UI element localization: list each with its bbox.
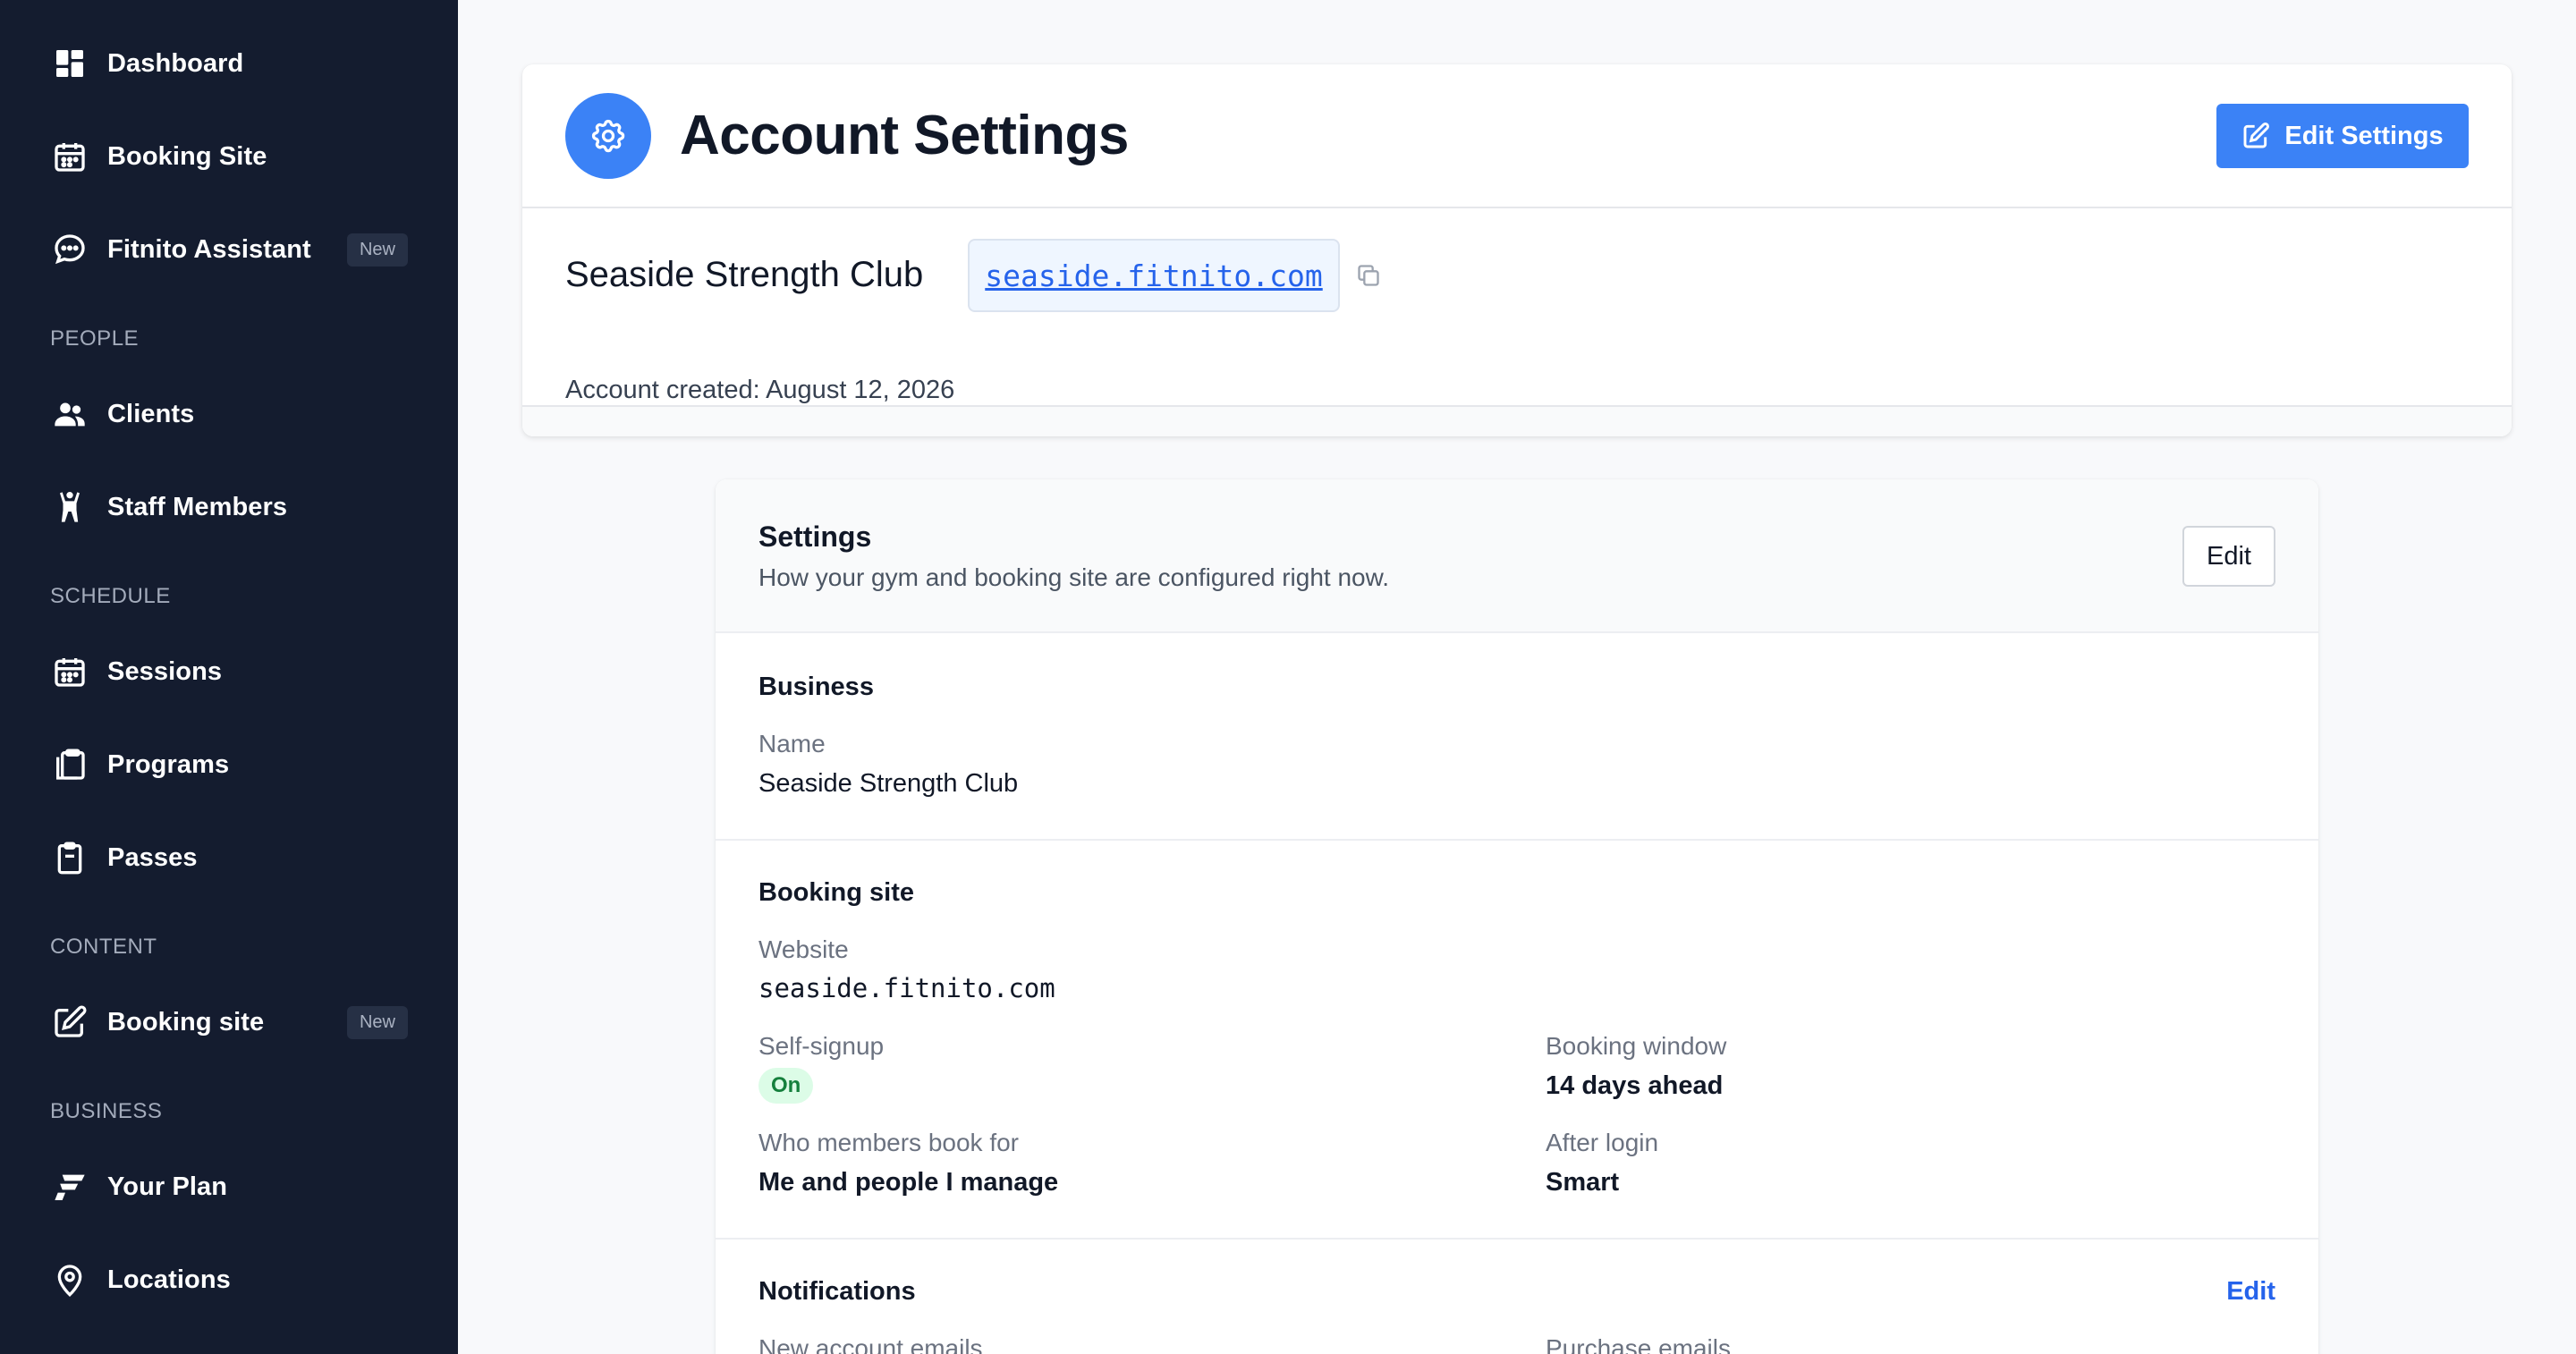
section-divider	[716, 839, 2318, 841]
sidebar: Dashboard Booking Site Fitnito Assistant…	[0, 0, 458, 1354]
self-signup-status-badge: On	[758, 1068, 814, 1104]
sidebar-item-booking-site-content[interactable]: Booking site New	[50, 995, 408, 1049]
sidebar-item-label: Booking site	[107, 1007, 265, 1037]
business-name-label: Name	[758, 730, 826, 757]
who-members-book-label: Who members book for	[758, 1129, 1019, 1156]
users-icon	[50, 394, 89, 434]
sidebar-item-locations[interactable]: Locations	[50, 1253, 408, 1307]
sidebar-item-your-plan[interactable]: Your Plan	[50, 1160, 408, 1214]
edit-icon	[2243, 123, 2270, 148]
sidebar-item-dashboard[interactable]: Dashboard	[50, 37, 408, 90]
new-account-emails-label: New account emails	[758, 1334, 983, 1354]
section-label-schedule: SCHEDULE	[50, 584, 171, 608]
website-value: seaside.fitnito.com	[758, 973, 1055, 1003]
dashboard-icon	[50, 44, 89, 83]
sidebar-item-label: Clients	[107, 399, 195, 428]
sidebar-item-label: Your Plan	[107, 1172, 228, 1201]
sidebar-item-passes[interactable]: Passes	[50, 831, 408, 884]
section-label-content: CONTENT	[50, 935, 157, 959]
who-members-book-value: Me and people I manage	[758, 1168, 1059, 1197]
sidebar-item-label: Fitnito Assistant	[107, 234, 311, 264]
chat-icon	[50, 230, 89, 269]
settings-header: Settings How your gym and booking site a…	[716, 479, 2318, 633]
page-title: Account Settings	[680, 105, 1129, 166]
clipboard-icon	[50, 838, 89, 877]
notifications-section-title: Notifications	[758, 1277, 916, 1306]
club-name: Seaside Strength Club	[565, 255, 924, 294]
sidebar-item-label: Passes	[107, 842, 198, 872]
domain-pill: seaside.fitnito.com	[968, 239, 1340, 312]
booking-window-value: 14 days ahead	[1546, 1071, 1724, 1100]
map-pin-icon	[50, 1260, 89, 1299]
sidebar-item-label: Dashboard	[107, 48, 244, 78]
copy-icon	[1358, 265, 1379, 286]
settings-title: Settings	[758, 520, 872, 553]
new-badge: New	[346, 233, 408, 267]
fitnito-logo-icon	[50, 1167, 89, 1206]
person-icon	[50, 487, 89, 527]
section-label-people: PEOPLE	[50, 326, 140, 351]
sidebar-item-clients[interactable]: Clients	[50, 387, 408, 441]
edit-icon	[50, 1003, 89, 1042]
calendar-icon	[50, 137, 89, 176]
booking-window-label: Booking window	[1546, 1032, 1727, 1060]
edit-settings-button[interactable]: Edit Settings	[2216, 104, 2469, 168]
sidebar-item-programs[interactable]: Programs	[50, 738, 408, 791]
settings-subtitle: How your gym and booking site are config…	[758, 563, 1390, 591]
account-created-text: Account created: August 12, 2026	[565, 376, 955, 404]
sidebar-item-label: Staff Members	[107, 492, 288, 521]
header-footer	[522, 407, 2512, 436]
new-badge: New	[346, 1005, 408, 1039]
domain-link[interactable]: seaside.fitnito.com	[985, 258, 1323, 293]
after-login-value: Smart	[1546, 1168, 1620, 1197]
sidebar-item-label: Programs	[107, 749, 230, 779]
sidebar-item-fitnito-assistant[interactable]: Fitnito Assistant New	[50, 223, 408, 276]
business-name-value: Seaside Strength Club	[758, 769, 1019, 798]
sidebar-item-sessions[interactable]: Sessions	[50, 645, 408, 698]
section-divider	[716, 1238, 2318, 1240]
calendar-icon	[50, 652, 89, 691]
notifications-edit-link[interactable]: Edit	[2226, 1277, 2275, 1307]
settings-edit-button[interactable]: Edit	[2182, 526, 2275, 587]
after-login-label: After login	[1546, 1129, 1659, 1156]
purchase-emails-label: Purchase emails	[1546, 1334, 1731, 1354]
clipboard-stack-icon	[50, 745, 89, 784]
copy-button[interactable]	[1354, 261, 1383, 290]
self-signup-label: Self-signup	[758, 1032, 885, 1060]
edit-settings-label: Edit Settings	[2284, 121, 2444, 150]
sidebar-item-label: Sessions	[107, 656, 223, 686]
sidebar-item-label: Booking Site	[107, 141, 267, 171]
business-section-title: Business	[758, 673, 874, 701]
sidebar-item-staff-members[interactable]: Staff Members	[50, 480, 408, 534]
sidebar-item-booking-site[interactable]: Booking Site	[50, 130, 408, 183]
website-label: Website	[758, 935, 849, 963]
booking-site-section-title: Booking site	[758, 878, 915, 907]
sidebar-item-label: Locations	[107, 1265, 231, 1294]
gear-icon	[565, 93, 651, 179]
settings-card: Settings How your gym and booking site a…	[716, 479, 2318, 1354]
section-label-business: BUSINESS	[50, 1099, 163, 1123]
